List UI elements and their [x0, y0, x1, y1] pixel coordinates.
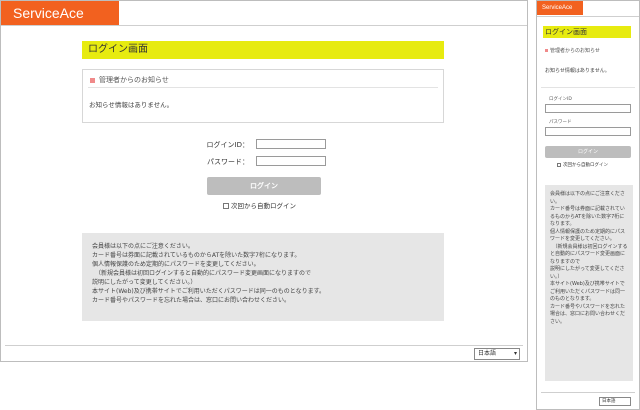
notice-header-label: 管理者からのお知らせ [99, 76, 169, 84]
footer-divider [541, 392, 635, 393]
page-title: ログイン画面 [543, 26, 631, 38]
notice-header: 管理者からのお知らせ [90, 75, 169, 85]
auto-login-label: 次回から自動ログイン [563, 163, 608, 168]
notice-bullet-icon [90, 77, 95, 83]
info-line: 会員様は以下の点にご注意ください。 [550, 191, 625, 205]
auto-login-checkbox[interactable]: 次回から自動ログイン [557, 162, 608, 168]
info-line: 個人情報保護のため定期的にパスワードを変更してください。 [92, 261, 260, 268]
notice-divider [541, 87, 635, 88]
login-id-input[interactable] [256, 139, 326, 149]
info-line: 会員様は以下の点にご注意ください。 [92, 243, 194, 250]
info-line: （新規会員様は初回ログインすると自動的にパスワード変更画面になりますので [92, 270, 312, 277]
language-select[interactable]: 日本語 ▾ [474, 348, 520, 360]
password-input[interactable] [256, 156, 326, 166]
login-button[interactable]: ログイン [207, 177, 321, 195]
info-line: 説明にしたがって変更してください。） [92, 279, 197, 286]
info-box: 会員様は以下の点にご注意ください。 カード番号は券面に記載されているものからAT… [545, 185, 633, 381]
mobile-view: ServiceAce ログイン画面 管理者からのお知らせ お知らせ情報はありませ… [536, 0, 640, 410]
info-line: カード番号やパスワードを忘れた場合は、窓口にお問い合わせください。 [92, 297, 291, 304]
desktop-view: ServiceAce ログイン画面 管理者からのお知らせ お知らせ情報はありませ… [0, 0, 528, 362]
info-line: 本サイト(Web)及び携帯サイトでご利用いただくパスワードは同一のものとなります… [550, 281, 626, 302]
login-button[interactable]: ログイン [545, 146, 631, 158]
password-label: パスワード： [207, 158, 249, 166]
notice-bullet-icon [545, 49, 548, 52]
notice-body: お知らせ情報はありません。 [89, 101, 174, 109]
notice-body: お知らせ情報はありません。 [545, 68, 610, 74]
login-id-input[interactable] [545, 104, 631, 113]
login-id-label: ログインID： [206, 141, 249, 149]
login-id-label: ログインID [549, 97, 572, 102]
chevron-down-icon: ▾ [513, 350, 517, 357]
info-line: カード番号は券面に記載されているものからATを除いた数字7桁になります。 [550, 206, 625, 227]
info-line: （新規会員様は初回ログインすると自動的にパスワード変更画面になりますので [550, 243, 628, 265]
info-line: 説明にしたがって変更してください。） [550, 266, 625, 280]
info-line: カード番号やパスワードを忘れた場合は、窓口にお問い合わせください。 [550, 303, 626, 325]
notice-header-label: 管理者からのお知らせ [550, 48, 600, 54]
footer-divider [5, 345, 523, 346]
header-divider [537, 16, 639, 17]
password-input[interactable] [545, 127, 631, 136]
checkbox-icon[interactable] [223, 203, 229, 209]
info-box: 会員様は以下の点にご注意ください。 カード番号は券面に記載されているものからAT… [82, 233, 444, 321]
auto-login-label: 次回から自動ログイン [231, 202, 296, 210]
brand-logo: ServiceAce [1, 1, 119, 25]
info-line: カード番号は券面に記載されているものからATを除いた数字7桁になります。 [92, 252, 301, 259]
notice-panel: 管理者からのお知らせ お知らせ情報はありません。 [82, 69, 444, 123]
checkbox-icon[interactable] [557, 162, 561, 167]
auto-login-checkbox[interactable]: 次回から自動ログイン [223, 200, 296, 210]
brand-logo: ServiceAce [537, 1, 583, 15]
language-value: 日本語 [602, 399, 616, 404]
page-title: ログイン画面 [82, 41, 444, 59]
language-value: 日本語 [478, 350, 497, 357]
info-line: 個人情報保護のため定期的にパスワードを変更してください。 [550, 228, 626, 243]
info-line: 本サイト(Web)及び携帯サイトでご利用いただくパスワードは同一のものとなります… [92, 288, 325, 295]
notice-header: 管理者からのお知らせ [545, 47, 600, 54]
password-label: パスワード [549, 120, 572, 125]
header-divider [1, 25, 527, 26]
notice-divider [88, 87, 438, 88]
language-select[interactable]: 日本語 [599, 397, 631, 406]
